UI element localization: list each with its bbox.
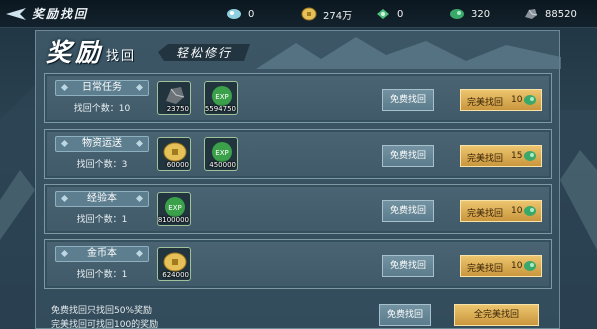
exp-orb-icon: EXP [212, 142, 232, 162]
perfect-recover-note: 完美找回可找回100的奖励 [51, 320, 159, 329]
row-label: 物资运送 [55, 136, 149, 152]
svg-text:EXP: EXP [215, 149, 228, 157]
recovery-row: 经验本 找回个数：1 EXP 8100000 免费找回 完美找回 10 [44, 184, 552, 234]
diamond-icon [135, 83, 144, 92]
free-recover-note: 免费找回只找回50%奖励 [51, 306, 153, 316]
exp-orb-icon: EXP [165, 197, 185, 217]
recovery-row: 日常任务 找回个数：10 23750 EXP 5594750 免费找回 完美找回… [44, 73, 552, 123]
recovery-row: 物资运送 找回个数：3 60000 EXP 450000 免费找回 完美找回 1… [44, 129, 552, 179]
reward-item[interactable]: EXP 450000 [204, 137, 238, 171]
banner-subtitle: 找回 [106, 49, 137, 64]
back-arrow-icon[interactable] [4, 4, 30, 24]
gold-coin-icon [163, 142, 187, 162]
svg-text:EXP: EXP [215, 93, 228, 101]
jade-currency-icon [377, 9, 389, 19]
row-count: 找回个数：1 [76, 270, 128, 280]
panel-banner: 奖励 找回 轻松修行 [36, 31, 561, 69]
green-jade-icon [450, 9, 464, 19]
row-count: 找回个数：10 [73, 104, 131, 114]
recovery-row: 金币本 找回个数：1 624000 免费找回 完美找回 10 [44, 239, 552, 289]
diamond-icon [60, 194, 69, 203]
green-jade-icon [524, 151, 536, 161]
banner-title: 奖励 [46, 38, 105, 67]
row-label: 经验本 [55, 191, 149, 207]
reward-item[interactable]: EXP 8100000 [157, 192, 191, 226]
exp-orb-icon: EXP [212, 86, 232, 106]
reward-recovery-panel: 奖励 找回 轻松修行 日常任务 找回个数：10 23750 EXP 559475… [35, 30, 561, 329]
gold-coin-icon [163, 252, 187, 272]
page-title: 奖励找回 [32, 7, 89, 21]
ore-stone-icon [166, 87, 185, 104]
resource-gold: 274万 [301, 6, 352, 22]
banner-tag: 轻松修行 [175, 46, 232, 60]
resource-green-jade: 320 [449, 6, 490, 22]
row-count: 找回个数：3 [76, 160, 128, 170]
diamond-icon [135, 139, 144, 148]
free-recover-all-button[interactable]: 免费找回 [379, 304, 431, 326]
diamond-icon [60, 83, 69, 92]
green-jade-icon [524, 95, 536, 105]
perfect-recover-button[interactable]: 完美找回 10 [460, 255, 542, 277]
pearl-currency-icon [227, 9, 241, 19]
free-recover-button[interactable]: 免费找回 [382, 255, 434, 277]
top-bar: 奖励找回 0 274万 0 320 88520 [0, 0, 597, 28]
reward-item[interactable]: EXP 5594750 [204, 81, 238, 115]
free-recover-button[interactable]: 免费找回 [382, 200, 434, 222]
row-count: 找回个数：1 [76, 215, 128, 225]
resource-jade: 0 [375, 6, 403, 22]
resource-silver: 88520 [523, 6, 577, 22]
reward-item[interactable]: 60000 [157, 137, 191, 171]
reward-item[interactable]: 23750 [157, 81, 191, 115]
diamond-icon [135, 249, 144, 258]
perfect-recover-button[interactable]: 完美找回 10 [460, 200, 542, 222]
diamond-icon [60, 249, 69, 258]
free-recover-button[interactable]: 免费找回 [382, 89, 434, 111]
resource-pearl: 0 [226, 6, 254, 22]
silver-ore-icon [525, 9, 538, 19]
row-label: 日常任务 [55, 80, 149, 96]
reward-item[interactable]: 624000 [157, 247, 191, 281]
perfect-recover-button[interactable]: 完美找回 10 [460, 89, 542, 111]
svg-text:EXP: EXP [168, 204, 181, 212]
diamond-icon [60, 139, 69, 148]
diamond-icon [135, 194, 144, 203]
free-recover-button[interactable]: 免费找回 [382, 145, 434, 167]
green-jade-icon [524, 261, 536, 271]
row-label: 金币本 [55, 246, 149, 262]
perfect-recover-all-button[interactable]: 全完美找回 [454, 304, 539, 326]
perfect-recover-button[interactable]: 完美找回 15 [460, 145, 542, 167]
green-jade-icon [524, 206, 536, 216]
gold-coin-icon [301, 7, 317, 21]
